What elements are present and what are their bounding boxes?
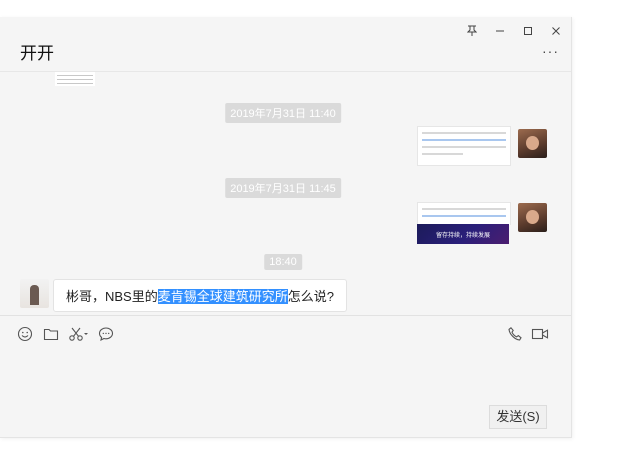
send-button[interactable]: 发送(S) (489, 405, 547, 429)
scissors-icon[interactable] (68, 326, 90, 342)
video-icon[interactable] (531, 326, 549, 342)
minimize-icon[interactable] (487, 21, 513, 39)
pin-icon[interactable] (459, 21, 485, 39)
image-thumbnail[interactable] (55, 72, 95, 86)
timestamp: 2019年7月31日 11:40 (225, 103, 341, 123)
emoji-icon[interactable] (17, 326, 33, 342)
maximize-icon[interactable] (515, 21, 541, 39)
phone-icon[interactable] (507, 326, 523, 342)
image-card-caption: 留存持续，持续发展 (435, 233, 490, 239)
title-bar: 开开 ··· (0, 17, 571, 72)
close-icon[interactable] (543, 21, 569, 39)
message-bubble[interactable]: 彬哥，NBS里的麦肯锡全球建筑研究所怎么说? (53, 279, 347, 312)
my-avatar[interactable] (518, 203, 547, 232)
contact-avatar[interactable] (20, 279, 49, 308)
message-list[interactable]: 2019年7月31日 11:40 2019年7月31日 11:45 留存持续，持… (0, 72, 571, 315)
timestamp: 18:40 (264, 254, 302, 270)
chat-window: 开开 ··· 2019年7月31日 11:40 2019年7月31日 11:45… (0, 17, 572, 438)
article-card[interactable] (417, 202, 511, 225)
chat-history-icon[interactable] (98, 326, 114, 342)
chat-title: 开开 (20, 44, 54, 63)
image-card[interactable]: 留存持续，持续发展 (417, 224, 509, 244)
input-toolbar (0, 315, 571, 350)
message-text-prefix: 彬哥，NBS里的 (66, 289, 158, 304)
my-avatar[interactable] (518, 129, 547, 158)
selected-text: 麦肯锡全球建筑研究所 (157, 289, 288, 304)
message-text-suffix: 怎么说? (287, 289, 334, 304)
more-options-icon[interactable]: ··· (542, 43, 559, 59)
message-input[interactable] (0, 349, 571, 429)
timestamp: 2019年7月31日 11:45 (225, 178, 341, 198)
folder-icon[interactable] (43, 326, 59, 342)
article-card[interactable] (417, 126, 511, 166)
